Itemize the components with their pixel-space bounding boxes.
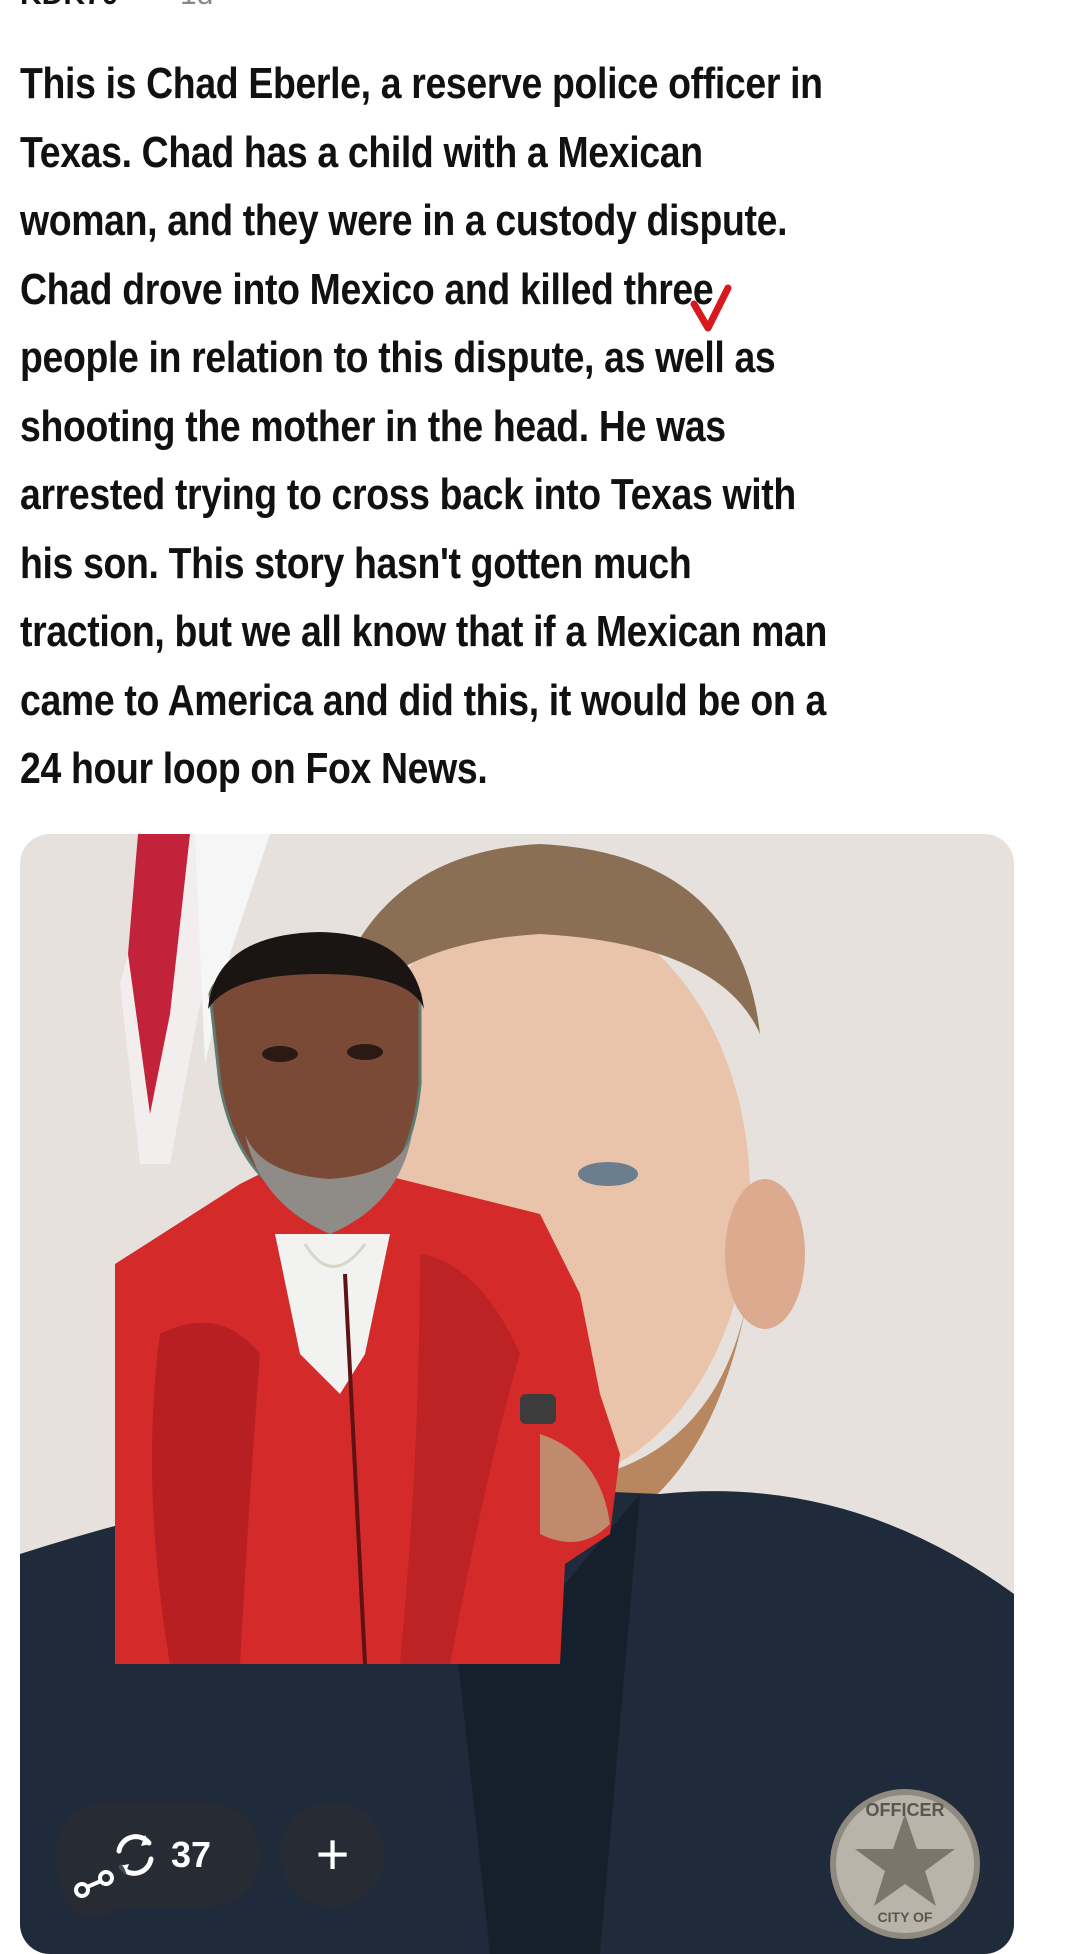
post-age: 1d (180, 0, 213, 12)
add-button[interactable]: + (280, 1802, 385, 1907)
post-header: KDK70 1d ••• (0, 0, 1078, 14)
post-body-text: This is Chad Eberle, a reserve police of… (20, 60, 828, 793)
author-handle[interactable]: KDK70 (20, 0, 118, 12)
badge-text: OFFICER (866, 1800, 945, 1820)
share-icon[interactable] (58, 1848, 130, 1920)
post-image[interactable]: OFFICER CITY OF (20, 834, 1014, 1954)
more-options-button[interactable]: ••• (1002, 0, 1044, 13)
red-checkmark-annotation (690, 284, 732, 332)
repost-count: 37 (171, 1833, 212, 1875)
plus-icon: + (315, 1822, 350, 1887)
badge-bottom-text: CITY OF (878, 1909, 933, 1925)
